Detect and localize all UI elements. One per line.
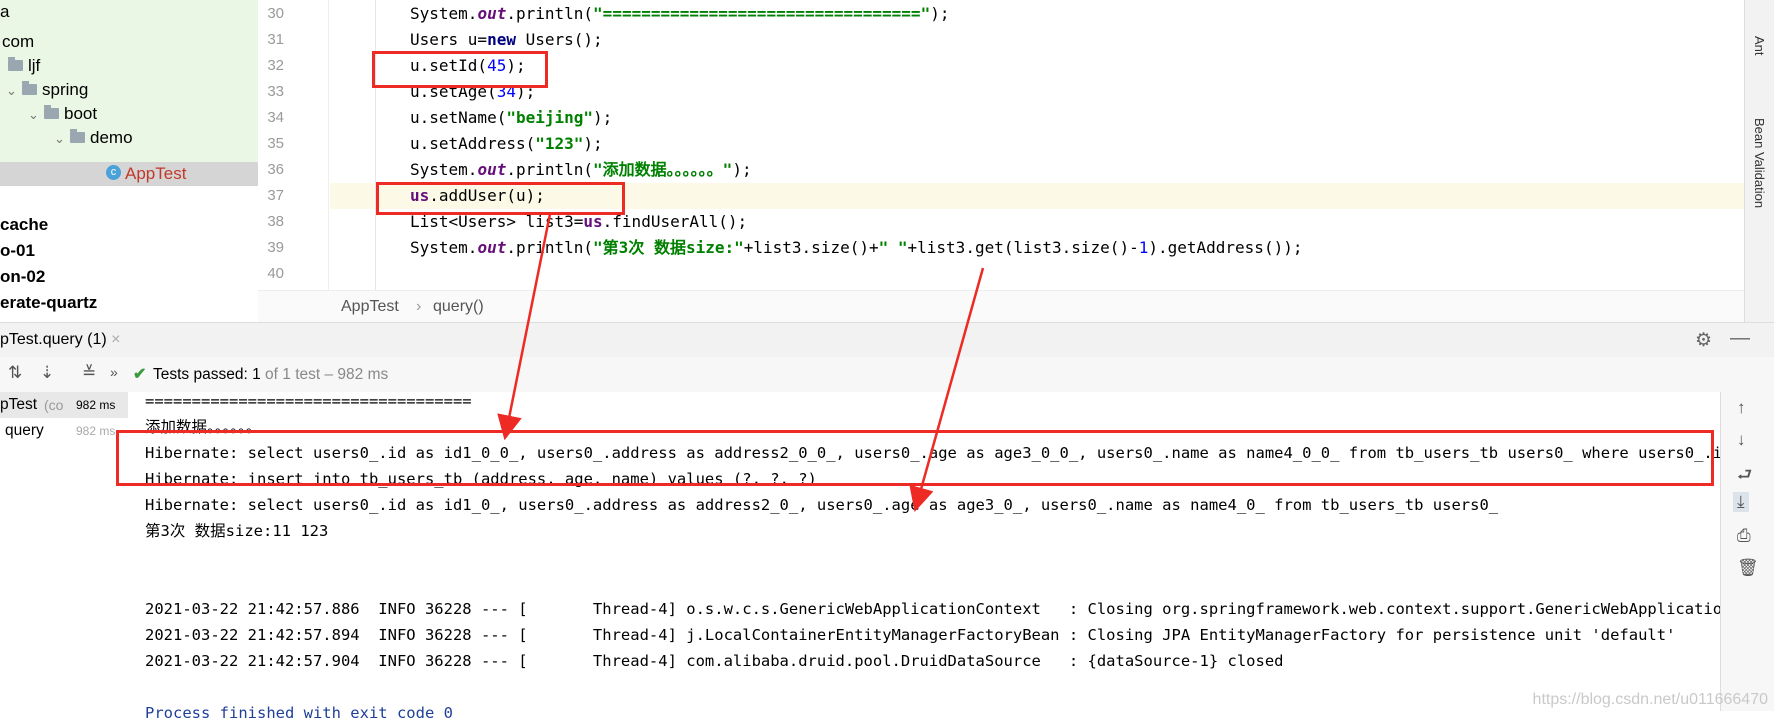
watermark: https://blog.csdn.net/u011666470	[1532, 691, 1768, 708]
arrow-findall-to-select	[909, 267, 985, 513]
annotation-arrows	[497, 213, 985, 513]
arrow-adduser-to-insert	[497, 213, 552, 441]
